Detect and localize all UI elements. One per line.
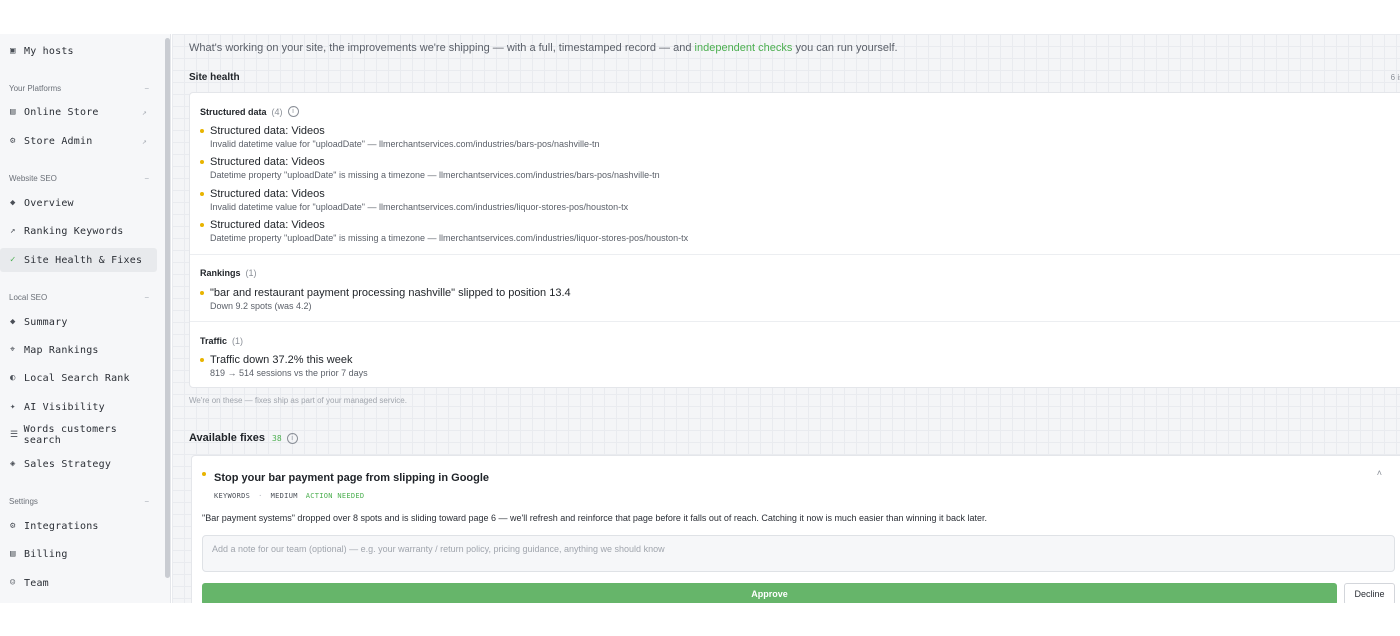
- sidebar-item-ranking-keywords[interactable]: ↗ Ranking Keywords: [0, 219, 157, 243]
- info-icon[interactable]: i: [286, 432, 298, 444]
- sidebar-item-site-health[interactable]: ✓ Site Health & Fixes: [0, 248, 157, 272]
- site-health-card: Structured data (4) i Structured data: V…: [189, 92, 1400, 388]
- section-label-local-seo[interactable]: Local SEO −: [9, 293, 149, 302]
- gear-icon: ⚙: [10, 521, 16, 531]
- warning-dot-icon: [200, 291, 204, 295]
- fix-tags: KEYWORDS · MEDIUM ACTION NEEDED: [214, 492, 365, 500]
- user-icon: ☺: [10, 578, 16, 588]
- sidebar-item-team[interactable]: ☺ Team: [0, 571, 157, 595]
- warning-dot-icon: [200, 129, 204, 133]
- sidebar-item-label: Local Search Rank: [24, 372, 130, 384]
- section-label-settings[interactable]: Settings −: [9, 497, 149, 506]
- half-circle-icon: ◐: [10, 373, 16, 383]
- tag-status: ACTION NEEDED: [305, 492, 365, 500]
- managed-service-note: We're on these — fixes ship as part of y…: [189, 396, 407, 405]
- divider: [190, 321, 1400, 322]
- warning-dot-icon: [200, 192, 204, 196]
- sidebar-scrollbar[interactable]: [165, 38, 170, 578]
- tag-category: KEYWORDS: [214, 492, 251, 500]
- sidebar-item-ai-visibility[interactable]: ✦ AI Visibility: [0, 395, 157, 419]
- sidebar-item-label: Ranking Keywords: [24, 225, 124, 237]
- collapse-icon[interactable]: −: [144, 174, 149, 183]
- sidebar-item-label: Integrations: [24, 520, 99, 532]
- grid-icon: ▣: [10, 46, 16, 56]
- sidebar-item-label: My hosts: [24, 45, 74, 57]
- warning-dot-icon: [200, 223, 204, 227]
- group-count: (1): [232, 336, 244, 346]
- sidebar-item-label: AI Visibility: [24, 401, 105, 413]
- sidebar-item-label: Summary: [24, 316, 68, 328]
- intro-text: What's working on your site, the improve…: [189, 42, 898, 54]
- sparkle-icon: ✦: [10, 402, 16, 412]
- store-icon: ▤: [10, 107, 16, 117]
- sidebar-item-label: Map Rankings: [24, 344, 99, 356]
- sidebar-item-store-admin[interactable]: ⚙ Store Admin ↗: [0, 129, 157, 153]
- sidebar-item-label: Words customers search: [23, 424, 117, 446]
- sidebar-item-label: Team: [24, 577, 49, 589]
- sidebar-item-label: Site Health & Fixes: [24, 254, 143, 266]
- chevron-up-icon[interactable]: ˄: [1377, 468, 1382, 478]
- sidebar-item-summary[interactable]: ◆ Summary: [0, 310, 157, 334]
- group-title-structured-data: Structured data (4) i: [200, 106, 299, 117]
- diamond-icon: ◆: [10, 317, 16, 327]
- sidebar-item-label: Online Store: [24, 106, 99, 118]
- section-label-website-seo[interactable]: Website SEO −: [9, 174, 149, 183]
- external-link-icon: ↗: [141, 107, 147, 117]
- sidebar-item-billing[interactable]: ▤ Billing: [0, 542, 157, 566]
- tag-priority: MEDIUM: [270, 492, 298, 500]
- independent-checks-link[interactable]: independent checks: [695, 42, 793, 54]
- sidebar-item-label: Sales Strategy: [24, 458, 112, 470]
- info-icon[interactable]: i: [287, 106, 299, 117]
- gear-icon: ⚙: [10, 136, 16, 146]
- group-count: (1): [245, 268, 257, 278]
- sidebar-item-label: Store Admin: [24, 135, 93, 147]
- section-label-platforms[interactable]: Your Platforms −: [9, 84, 149, 93]
- team-note-input[interactable]: [202, 535, 1395, 572]
- sidebar-item-map-rankings[interactable]: ⌖ Map Rankings: [0, 338, 157, 362]
- diamond-icon: ◆: [10, 198, 16, 208]
- target-icon: ◈: [10, 459, 16, 469]
- sidebar-item-sales-strategy[interactable]: ◈ Sales Strategy: [0, 452, 157, 476]
- group-title-rankings: Rankings (1): [200, 268, 257, 278]
- sidebar-item-overview[interactable]: ◆ Overview: [0, 191, 157, 215]
- sidebar: ▣ My hosts Your Platforms − ▤ Online Sto…: [0, 34, 171, 603]
- warning-dot-icon: [200, 160, 204, 164]
- card-icon: ▤: [10, 549, 16, 559]
- sidebar-item-local-search-rank[interactable]: ◐ Local Search Rank: [0, 366, 157, 390]
- sidebar-item-integrations[interactable]: ⚙ Integrations: [0, 514, 157, 538]
- collapse-icon[interactable]: −: [144, 293, 149, 302]
- list-icon: ☰: [10, 430, 19, 440]
- trend-up-icon: ↗: [10, 226, 16, 236]
- available-fixes-title: Available fixes 38 i: [189, 432, 298, 444]
- approve-button[interactable]: Approve: [202, 583, 1337, 603]
- app: ▣ My hosts Your Platforms − ▤ Online Sto…: [0, 34, 1400, 603]
- collapse-icon[interactable]: −: [144, 497, 149, 506]
- sidebar-item-words-customers-search[interactable]: ☰ Words customers search: [0, 423, 157, 447]
- warning-dot-icon: [200, 358, 204, 362]
- map-pin-icon: ⌖: [10, 345, 16, 355]
- fixes-count: 38: [272, 433, 282, 443]
- sidebar-item-online-store[interactable]: ▤ Online Store ↗: [0, 100, 157, 124]
- check-icon: ✓: [10, 255, 16, 265]
- sidebar-item-label: Overview: [24, 197, 74, 209]
- fix-description: "Bar payment systems" dropped over 8 spo…: [202, 513, 988, 523]
- sidebar-item-label: Billing: [24, 548, 68, 560]
- collapse-icon[interactable]: −: [144, 84, 149, 93]
- group-title-traffic: Traffic (1): [200, 336, 244, 346]
- warning-dot-icon: [202, 472, 206, 476]
- main-content: What's working on your site, the improve…: [172, 34, 1400, 603]
- external-link-icon: ↗: [141, 136, 147, 146]
- divider: [190, 254, 1400, 255]
- issues-count: 6 issues: [1390, 73, 1400, 82]
- site-health-title: Site health: [189, 72, 240, 83]
- group-count: (4): [271, 106, 283, 117]
- decline-button[interactable]: Decline: [1344, 583, 1395, 603]
- sidebar-item-my-hosts[interactable]: ▣ My hosts: [0, 39, 157, 63]
- fix-title: Stop your bar payment page from slipping…: [214, 472, 490, 484]
- fix-card: Stop your bar payment page from slipping…: [191, 455, 1400, 603]
